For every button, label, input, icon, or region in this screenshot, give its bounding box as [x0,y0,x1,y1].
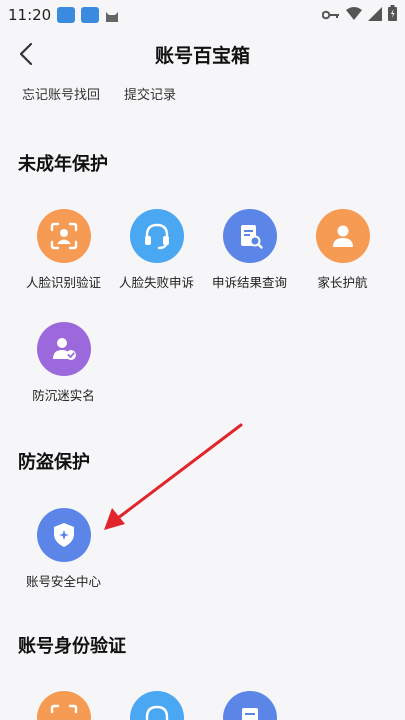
key-icon [321,6,340,25]
face-scan-icon [36,209,91,263]
page-title: 账号百宝箱 [154,44,250,67]
item-label: 防沉迷实名 [32,388,95,403]
wifi-icon [346,6,362,25]
face-appeal-item[interactable]: 人脸失败申诉 [109,209,204,291]
item-label: 人脸识别验证 [25,275,101,290]
identity-item-3[interactable] [202,691,297,720]
document-icon [222,691,277,720]
identity-item-2[interactable] [109,691,204,720]
cat-icon [105,8,119,22]
forgot-account-link[interactable]: 忘记账号找回 [22,84,100,103]
anti-addiction-item[interactable]: 防沉迷实名 [16,322,111,404]
parent-guard-item[interactable]: 家长护航 [295,209,390,291]
chevron-left-icon [19,42,33,66]
item-label: 人脸失败申诉 [118,275,194,290]
nav-bar: 账号百宝箱 [0,30,405,78]
item-label: 家长护航 [317,275,368,290]
verified-user-icon [36,322,91,376]
back-button[interactable] [14,40,38,68]
submit-records-link[interactable]: 提交记录 [124,84,176,103]
app-notification-icon [81,7,100,23]
status-time: 11:20 [8,6,52,24]
status-bar: 11:20 [0,0,405,30]
headset-icon [129,691,184,720]
shield-icon [36,508,91,562]
top-links: 忘记账号找回 提交记录 [22,84,176,103]
app-notification-icon [57,7,76,23]
face-scan-icon [36,691,91,720]
headset-icon [129,209,184,263]
battery-icon [388,5,397,25]
document-search-icon [222,209,277,263]
identity-item-1[interactable] [16,691,111,720]
face-verify-item[interactable]: 人脸识别验证 [16,209,111,291]
item-label: 账号安全中心 [25,574,101,589]
section-title-theft: 防盗保护 [18,452,90,473]
account-security-center-item[interactable]: 账号安全中心 [16,508,111,590]
appeal-result-item[interactable]: 申诉结果查询 [202,209,297,291]
section-title-minor: 未成年保护 [18,154,108,175]
signal-icon [368,6,382,25]
parent-user-icon [315,209,370,263]
section-title-identity: 账号身份验证 [18,636,126,657]
item-label: 申诉结果查询 [211,275,287,290]
